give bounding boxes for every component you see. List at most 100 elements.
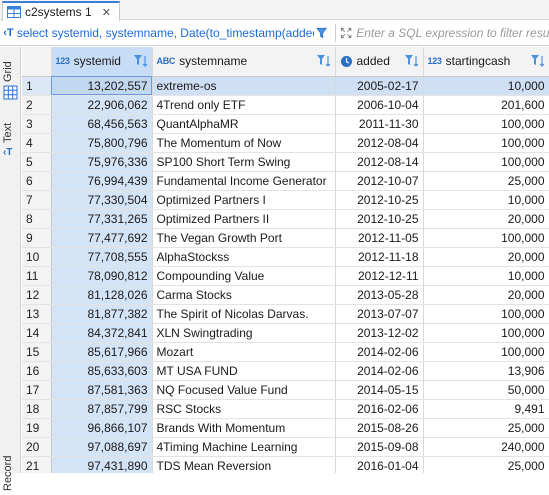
systemname-cell[interactable]: Compounding Value — [152, 266, 336, 286]
systemname-cell[interactable]: SP100 Short Term Swing — [152, 152, 336, 172]
startingcash-cell[interactable]: 20,000 — [423, 285, 549, 305]
added-cell[interactable]: 2014-05-15 — [335, 380, 424, 400]
systemname-cell[interactable]: QuantAlphaMR — [152, 114, 336, 134]
table-row[interactable]: 3 68,456,563 QuantAlphaMR 2011-11-30 100,000 — [22, 114, 549, 134]
startingcash-cell[interactable]: 100,000 — [423, 304, 549, 324]
sql-query-text[interactable]: select systemid, systemname, Date(to_tim… — [17, 26, 314, 40]
table-row[interactable]: 14 84,372,841 XLN Swingtrading 2013-12-02 10… — [22, 323, 549, 343]
added-cell[interactable]: 2014-02-06 — [335, 342, 424, 362]
row-number[interactable]: 15 — [22, 342, 52, 362]
column-header-systemname[interactable]: ABC systemname — [152, 47, 336, 77]
row-number[interactable]: 9 — [22, 228, 52, 248]
startingcash-cell[interactable]: 20,000 — [423, 247, 549, 267]
column-header-added[interactable]: added — [335, 47, 424, 77]
startingcash-cell[interactable]: 9,491 — [423, 399, 549, 419]
table-row[interactable]: 13 81,877,382 The Spirit of Nicolas Darvas… — [22, 304, 549, 324]
added-cell[interactable]: 2013-05-28 — [335, 285, 424, 305]
row-number[interactable]: 17 — [22, 380, 52, 400]
table-row[interactable]: 20 97,088,697 4Timing Machine Learning 2015… — [22, 437, 549, 457]
added-cell[interactable]: 2013-07-07 — [335, 304, 424, 324]
added-cell[interactable]: 2012-11-18 — [335, 247, 424, 267]
systemname-cell[interactable]: 4Timing Machine Learning — [152, 437, 336, 457]
close-tab-icon[interactable]: ✕ — [102, 6, 111, 19]
systemid-cell[interactable]: 68,456,563 — [51, 114, 153, 134]
text-mode-icon[interactable]: ‹T — [3, 147, 18, 162]
added-cell[interactable]: 2014-02-06 — [335, 361, 424, 381]
table-row[interactable]: 15 85,617,966 Mozart 2014-02-06 100,000 — [22, 342, 549, 362]
table-row[interactable]: 4 75,800,796 The Momentum of Now 2012-08-04… — [22, 133, 549, 153]
added-cell[interactable]: 2015-09-08 — [335, 437, 424, 457]
added-cell[interactable]: 2012-10-25 — [335, 190, 424, 210]
table-row[interactable]: 5 75,976,336 SP100 Short Term Swing 2012-08… — [22, 152, 549, 172]
row-number[interactable]: 20 — [22, 437, 52, 457]
startingcash-cell[interactable]: 100,000 — [423, 114, 549, 134]
table-row[interactable]: 19 96,866,107 Brands With Momentum 2015-08-… — [22, 418, 549, 438]
row-number[interactable]: 7 — [22, 190, 52, 210]
row-number[interactable]: 18 — [22, 399, 52, 419]
systemname-cell[interactable]: Optimized Partners I — [152, 190, 336, 210]
table-row[interactable]: 7 77,330,504 Optimized Partners I 2012-10-2… — [22, 190, 549, 210]
table-row[interactable]: 8 77,331,265 Optimized Partners II 2012-10-… — [22, 209, 549, 229]
table-row[interactable]: 12 81,128,026 Carma Stocks 2013-05-28 20,000 — [22, 285, 549, 305]
startingcash-cell[interactable]: 13,906 — [423, 361, 549, 381]
row-number-header[interactable] — [22, 47, 52, 77]
table-row[interactable]: 16 85,633,603 MT USA FUND 2014-02-06 13,906 — [22, 361, 549, 381]
systemid-cell[interactable]: 75,800,796 — [51, 133, 153, 153]
systemid-cell[interactable]: 87,857,799 — [51, 399, 153, 419]
startingcash-cell[interactable]: 20,000 — [423, 209, 549, 229]
systemid-cell[interactable]: 81,877,382 — [51, 304, 153, 324]
startingcash-cell[interactable]: 100,000 — [423, 133, 549, 153]
systemid-cell[interactable]: 84,372,841 — [51, 323, 153, 343]
systemid-cell[interactable]: 78,090,812 — [51, 266, 153, 286]
startingcash-cell[interactable]: 25,000 — [423, 171, 549, 191]
systemname-cell[interactable]: AlphaStockss — [152, 247, 336, 267]
row-number[interactable]: 11 — [22, 266, 52, 286]
table-row[interactable]: 6 76,994,439 Fundamental Income Generator 2… — [22, 171, 549, 191]
startingcash-cell[interactable]: 50,000 — [423, 380, 549, 400]
added-cell[interactable]: 2012-12-11 — [335, 266, 424, 286]
systemid-cell[interactable]: 77,330,504 — [51, 190, 153, 210]
systemid-cell[interactable]: 75,976,336 — [51, 152, 153, 172]
systemid-cell[interactable]: 97,431,890 — [51, 456, 153, 473]
column-filter-icon[interactable] — [133, 54, 149, 68]
systemname-cell[interactable]: RSC Stocks — [152, 399, 336, 419]
row-number[interactable]: 6 — [22, 171, 52, 191]
systemname-cell[interactable]: XLN Swingtrading — [152, 323, 336, 343]
filter-expression-input[interactable]: Enter a SQL expression to filter results — [356, 26, 549, 40]
row-number[interactable]: 5 — [22, 152, 52, 172]
startingcash-cell[interactable]: 100,000 — [423, 342, 549, 362]
filter-funnel-icon[interactable] — [315, 26, 329, 40]
table-row[interactable]: 21 97,431,890 TDS Mean Reversion 2016-01-04… — [22, 456, 549, 473]
systemname-cell[interactable]: Carma Stocks — [152, 285, 336, 305]
added-cell[interactable]: 2012-08-14 — [335, 152, 424, 172]
startingcash-cell[interactable]: 10,000 — [423, 266, 549, 286]
row-number[interactable]: 1 — [22, 76, 52, 96]
startingcash-cell[interactable]: 100,000 — [423, 323, 549, 343]
systemid-cell[interactable]: 96,866,107 — [51, 418, 153, 438]
grid-view-tab[interactable]: Grid — [2, 57, 19, 87]
systemname-cell[interactable]: Brands With Momentum — [152, 418, 336, 438]
table-row[interactable]: 17 87,581,363 NQ Focused Value Fund 2014-05… — [22, 380, 549, 400]
added-cell[interactable]: 2012-11-05 — [335, 228, 424, 248]
systemname-cell[interactable]: The Spirit of Nicolas Darvas. — [152, 304, 336, 324]
added-cell[interactable]: 2016-02-06 — [335, 399, 424, 419]
systemname-cell[interactable]: extreme-os — [152, 76, 336, 96]
column-header-systemid[interactable]: 123 systemid — [51, 47, 153, 77]
added-cell[interactable]: 2012-08-04 — [335, 133, 424, 153]
systemid-cell[interactable]: 81,128,026 — [51, 285, 153, 305]
systemid-cell[interactable]: 77,477,692 — [51, 228, 153, 248]
systemid-cell[interactable]: 97,088,697 — [51, 437, 153, 457]
systemname-cell[interactable]: Optimized Partners II — [152, 209, 336, 229]
grid-icon[interactable] — [3, 85, 18, 100]
added-cell[interactable]: 2005-02-17 — [335, 76, 424, 96]
systemname-cell[interactable]: 4Trend only ETF — [152, 95, 336, 115]
added-cell[interactable]: 2013-12-02 — [335, 323, 424, 343]
record-view-tab[interactable]: Record — [2, 451, 19, 495]
row-number[interactable]: 10 — [22, 247, 52, 267]
row-number[interactable]: 21 — [22, 456, 52, 473]
added-cell[interactable]: 2012-10-07 — [335, 171, 424, 191]
expand-filter-icon[interactable] — [334, 24, 352, 42]
startingcash-cell[interactable]: 10,000 — [423, 76, 549, 96]
startingcash-cell[interactable]: 240,000 — [423, 437, 549, 457]
startingcash-cell[interactable]: 100,000 — [423, 152, 549, 172]
